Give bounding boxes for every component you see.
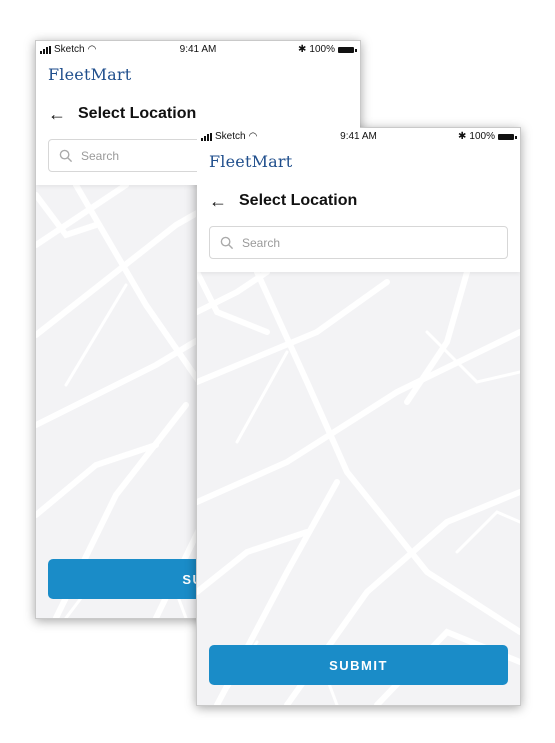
submit-label: SUBMIT [329,657,388,673]
search-placeholder: Search [242,235,281,250]
bluetooth-icon: ✱ [298,44,307,55]
page-title: Select Location [239,192,358,209]
phone-screen-front: Sketch ◠ 9:41 AM ✱ 100% FleetMart ← Sele… [196,127,521,706]
status-bar: Sketch ◠ 9:41 AM ✱ 100% [197,131,520,145]
search-icon [220,236,234,249]
page-title: Select Location [78,105,197,122]
titlebar: ← Select Location [48,105,196,123]
brand-logo: FleetMart [209,152,293,171]
battery-icon [338,46,357,53]
titlebar: ← Select Location [209,192,357,210]
battery-status: ✱ 100% [458,131,517,142]
battery-icon [498,133,517,140]
map-area[interactable] [197,272,520,705]
battery-percent: 100% [469,131,495,142]
back-arrow-icon[interactable]: ← [209,192,227,210]
battery-percent: 100% [309,44,335,55]
submit-button[interactable]: SUBMIT [209,645,508,685]
header: Sketch ◠ 9:41 AM ✱ 100% FleetMart ← Sele… [197,128,520,272]
status-bar: Sketch ◠ 9:41 AM ✱ 100% [36,44,360,58]
search-placeholder: Search [81,148,120,163]
map-roads [197,272,520,705]
battery-status: ✱ 100% [298,44,357,55]
search-input[interactable]: Search [209,226,508,259]
bluetooth-icon: ✱ [458,131,467,142]
back-arrow-icon[interactable]: ← [48,105,66,123]
search-icon [59,149,73,162]
brand-logo: FleetMart [48,65,132,84]
